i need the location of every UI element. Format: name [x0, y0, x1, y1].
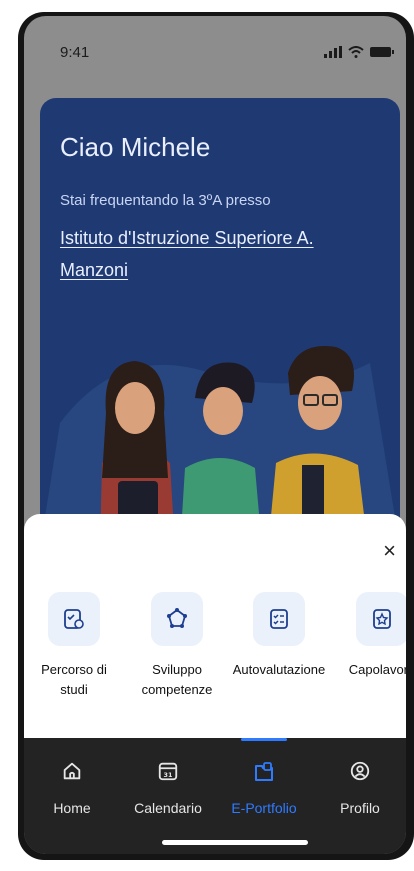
profile-icon — [350, 761, 370, 781]
calendar-icon-day: 31 — [164, 771, 173, 779]
tab-e-portfolio[interactable]: E-Portfolio — [216, 738, 312, 816]
action-autovalutazione[interactable]: Autovalutazione — [229, 592, 329, 680]
skills-development-icon — [167, 608, 187, 628]
tab-label: E-Portfolio — [231, 800, 297, 816]
tab-label: Home — [53, 800, 91, 816]
action-label: Capolavoro — [348, 662, 406, 677]
enrollment-text: Stai frequentando la 3ºA presso — [60, 192, 271, 209]
action-tile[interactable] — [48, 592, 100, 646]
bottom-sheet: × Percorso di studi Sviluppo competenze … — [24, 514, 406, 754]
masterpiece-icon — [373, 609, 391, 629]
tab-label: Calendario — [134, 800, 202, 816]
home-indicator[interactable] — [162, 840, 308, 845]
action-label: Autovalutazione — [232, 662, 326, 677]
tab-home[interactable]: Home — [24, 738, 120, 816]
calendar-icon: 31 — [158, 762, 178, 781]
action-tile[interactable] — [253, 592, 305, 646]
status-bar: 9:41 — [24, 16, 406, 76]
phone-frame: 9:41 Ciao Michele Stai frequentando la 3… — [18, 12, 414, 860]
action-label: Sviluppo competenze — [141, 662, 213, 697]
action-tile[interactable] — [356, 592, 406, 646]
self-assessment-icon — [270, 609, 288, 629]
study-path-icon — [64, 609, 84, 629]
signal-icon — [324, 46, 342, 58]
portfolio-icon — [255, 762, 273, 781]
action-tile[interactable] — [151, 592, 203, 646]
home-icon — [63, 762, 81, 780]
close-icon[interactable]: × — [383, 538, 396, 564]
tab-label: Profilo — [340, 800, 380, 816]
system-icons — [324, 46, 394, 58]
status-time: 9:41 — [60, 44, 90, 61]
action-sviluppo-competenze[interactable]: Sviluppo competenze — [127, 592, 227, 700]
active-tab-indicator — [241, 738, 287, 741]
welcome-card: Ciao Michele Stai frequentando la 3ºA pr… — [40, 98, 400, 548]
wifi-icon — [348, 46, 364, 58]
tab-profilo[interactable]: Profilo — [312, 738, 406, 816]
app-screen: 9:41 Ciao Michele Stai frequentando la 3… — [24, 16, 406, 854]
action-capolavoro[interactable]: Capolavoro — [332, 592, 406, 680]
bottom-tab-bar: Home 31 Calendario E-Portfolio Profilo — [24, 738, 406, 854]
greeting-title: Ciao Michele — [60, 132, 211, 162]
battery-icon — [370, 47, 394, 57]
action-percorso-di-studi[interactable]: Percorso di studi — [24, 592, 124, 700]
school-link[interactable]: Istituto d'Istruzione Superiore A. Manzo… — [60, 222, 380, 286]
action-label: Percorso di studi — [41, 662, 107, 697]
tab-calendario[interactable]: 31 Calendario — [120, 738, 216, 816]
students-illustration — [40, 346, 400, 548]
